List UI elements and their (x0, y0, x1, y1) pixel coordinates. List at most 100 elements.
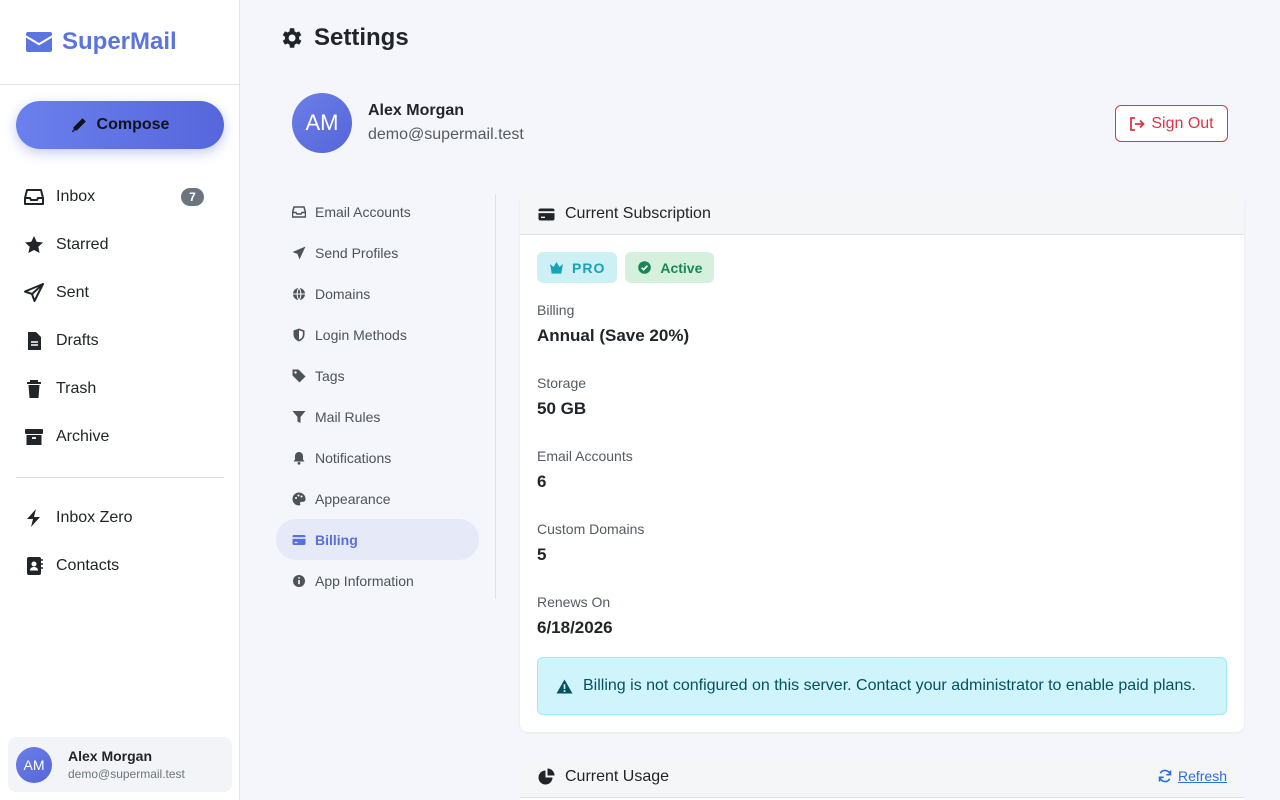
settings-tab-send-profiles[interactable]: Send Profiles (276, 232, 479, 273)
plan-badge: PRO (537, 252, 618, 283)
refresh-icon (1158, 769, 1172, 783)
user-email: demo@supermail.test (68, 767, 185, 781)
settings-tab-notifications[interactable]: Notifications (276, 437, 479, 478)
settings-tab-label: Notifications (315, 449, 392, 466)
secondary-nav: Inbox Zero Contacts (0, 494, 240, 590)
compose-label: Compose (96, 116, 170, 133)
nav-item-label: Trash (56, 380, 97, 397)
status-badge-label: Active (660, 259, 703, 276)
crown-icon (550, 262, 563, 274)
nav-item-sent[interactable]: Sent (0, 269, 240, 317)
nav-item-inbox-zero[interactable]: Inbox Zero (0, 494, 240, 542)
page-title-text: Settings (314, 24, 409, 51)
paper-plane-icon (292, 246, 306, 259)
field-label: Renews On (537, 594, 611, 610)
field-value: 6/18/2026 (537, 618, 613, 637)
field-label: Custom Domains (537, 521, 645, 537)
settings-tab-app-information[interactable]: App Information (276, 560, 479, 601)
settings-tab-label: Email Accounts (315, 203, 411, 220)
profile-email: demo@supermail.test (368, 126, 524, 143)
field-label: Storage (537, 375, 587, 391)
usage-card-header: Current Usage Refresh (520, 756, 1244, 798)
nav-item-label: Inbox Zero (56, 509, 133, 526)
settings-tab-label: Billing (315, 531, 358, 548)
address-book-icon (27, 557, 43, 575)
profile-header: AM Alex Morgan demo@supermail.test (292, 93, 524, 153)
field-renews-on: Renews On 6/18/2026 (537, 594, 613, 638)
plan-badge-label: PRO (572, 259, 606, 276)
nav-item-label: Drafts (56, 332, 99, 349)
nav-item-label: Inbox (56, 188, 96, 205)
subscription-badges: PRO Active (537, 252, 722, 283)
envelope-icon (26, 32, 52, 52)
usage-title: Current Usage (565, 767, 670, 785)
settings-tab-label: Mail Rules (315, 408, 381, 425)
field-storage: Storage 50 GB (537, 375, 586, 419)
field-value: 5 (537, 545, 547, 564)
palette-icon (292, 492, 306, 505)
profile-avatar: AM (292, 93, 352, 153)
compose-button[interactable]: Compose (16, 101, 224, 149)
main-content: Settings AM Alex Morgan demo@supermail.t… (241, 0, 1280, 800)
warning-icon (556, 679, 573, 693)
inbox-count-badge: 7 (181, 188, 204, 206)
archive-icon (25, 429, 43, 445)
settings-tab-tags[interactable]: Tags (276, 355, 479, 396)
main-nav: Inbox 7 Starred Sent Drafts Trash Archiv… (0, 173, 240, 461)
field-custom-domains: Custom Domains 5 (537, 521, 644, 565)
inbox-icon (292, 205, 306, 218)
file-icon (28, 332, 41, 350)
nav-item-label: Sent (56, 284, 89, 301)
user-card[interactable]: AM Alex Morgan demo@supermail.test (8, 737, 232, 792)
settings-tab-label: App Information (315, 572, 414, 589)
settings-tab-appearance[interactable]: Appearance (276, 478, 479, 519)
settings-tab-label: Send Profiles (315, 244, 399, 261)
field-billing: Billing Annual (Save 20%) (537, 302, 689, 346)
gear-icon (282, 28, 302, 48)
tag-icon (292, 369, 306, 382)
pie-chart-icon (538, 768, 555, 785)
settings-tab-label: Appearance (315, 490, 391, 507)
trash-icon (27, 380, 41, 398)
settings-tab-label: Login Methods (315, 326, 407, 343)
sign-out-label: Sign Out (1151, 114, 1214, 132)
settings-tab-login-methods[interactable]: Login Methods (276, 314, 479, 355)
check-circle-icon (638, 261, 652, 274)
page-title: Settings (278, 24, 409, 52)
nav-item-contacts[interactable]: Contacts (0, 542, 240, 590)
brand[interactable]: SuperMail (0, 0, 239, 85)
paper-plane-icon (24, 283, 44, 302)
settings-tab-domains[interactable]: Domains (276, 273, 479, 314)
nav-item-drafts[interactable]: Drafts (0, 317, 240, 365)
star-icon (25, 236, 43, 253)
subscription-title: Current Subscription (565, 205, 711, 222)
billing-alert: Billing is not configured on this server… (537, 657, 1227, 715)
info-icon (293, 574, 305, 587)
field-value: 50 GB (537, 399, 587, 418)
user-name: Alex Morgan (68, 748, 153, 764)
settings-nav: Email Accounts Send Profiles Domains Log… (276, 191, 479, 601)
nav-item-inbox[interactable]: Inbox 7 (0, 173, 240, 221)
settings-tab-mail-rules[interactable]: Mail Rules (276, 396, 479, 437)
field-label: Email Accounts (537, 448, 633, 464)
settings-nav-divider (495, 194, 496, 599)
field-label: Billing (537, 302, 575, 318)
field-value: 6 (537, 472, 547, 491)
nav-item-label: Starred (56, 236, 109, 253)
status-badge: Active (625, 252, 715, 283)
nav-item-trash[interactable]: Trash (0, 365, 240, 413)
avatar: AM (16, 746, 52, 783)
nav-item-archive[interactable]: Archive (0, 413, 240, 461)
field-value: Annual (Save 20%) (537, 326, 690, 345)
inbox-icon (24, 189, 44, 205)
sign-out-button[interactable]: Sign Out (1115, 105, 1228, 142)
settings-tab-email-accounts[interactable]: Email Accounts (276, 191, 479, 232)
refresh-link[interactable]: Refresh (1158, 768, 1227, 784)
brand-name: SuperMail (62, 28, 177, 55)
nav-item-label: Contacts (56, 557, 120, 574)
bolt-icon (27, 509, 40, 527)
nav-item-label: Archive (56, 428, 110, 445)
settings-tab-billing[interactable]: Billing (276, 519, 479, 560)
nav-item-starred[interactable]: Starred (0, 221, 240, 269)
billing-alert-text: Billing is not configured on this server… (583, 677, 1196, 694)
